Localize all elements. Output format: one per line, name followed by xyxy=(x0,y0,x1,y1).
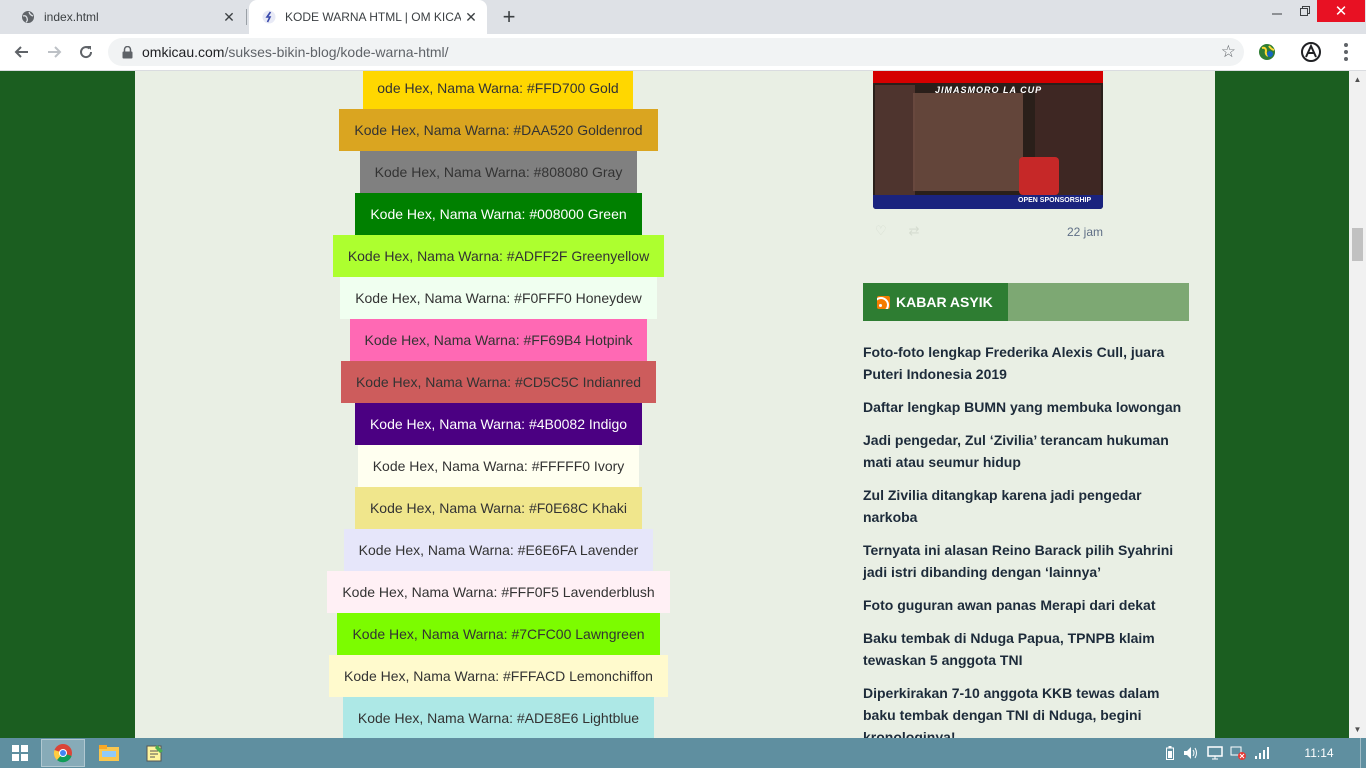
news-link[interactable]: Foto-foto lengkap Frederika Alexis Cull,… xyxy=(863,341,1183,385)
sticky-notes-icon[interactable] xyxy=(133,739,177,767)
news-link[interactable]: Jadi pengedar, Zul ‘Zivilia’ terancam hu… xyxy=(863,429,1183,473)
close-tab-icon[interactable]: ✕ xyxy=(219,7,239,27)
news-link[interactable]: Foto guguran awan panas Merapi dari deka… xyxy=(863,594,1183,616)
post-action-icons: ♡ ⇄ xyxy=(875,223,920,239)
scrollbar-thumb[interactable] xyxy=(1352,228,1363,261)
tab-separator xyxy=(246,9,247,25)
signal-strength-icon[interactable] xyxy=(1253,745,1271,761)
color-swatch: Kode Hex, Nama Warna: #4B0082 Indigo xyxy=(355,403,642,445)
news-link[interactable]: Ternyata ini alasan Reino Barack pilih S… xyxy=(863,539,1183,583)
bookmark-star-icon[interactable]: ☆ xyxy=(1221,42,1236,62)
retweet-icon[interactable]: ⇄ xyxy=(909,223,920,239)
scroll-up-arrow-icon[interactable]: ▲ xyxy=(1349,71,1366,88)
browser-menu-icon[interactable] xyxy=(1336,40,1356,64)
tab-kode-warna[interactable]: KODE WARNA HTML | OM KICAU ✕ xyxy=(249,0,487,34)
color-swatch: Kode Hex, Nama Warna: #808080 Gray xyxy=(360,151,637,193)
color-swatch: Kode Hex, Nama Warna: #CD5C5C Indianred xyxy=(341,361,656,403)
windows-taskbar: 11:14 xyxy=(0,738,1366,768)
color-swatch: Kode Hex, Nama Warna: #ADE8E6 Lightblue xyxy=(343,697,654,738)
rss-icon xyxy=(877,295,890,309)
taskbar-clock[interactable]: 11:14 xyxy=(1296,746,1342,760)
tab-title: index.html xyxy=(44,10,99,24)
reload-icon[interactable] xyxy=(72,38,100,66)
close-window-icon[interactable]: ✕ xyxy=(1317,0,1365,22)
widget-title: KABAR ASYIK xyxy=(896,294,993,310)
tab-title: KODE WARNA HTML | OM KICAU xyxy=(285,10,461,24)
color-swatch: Kode Hex, Nama Warna: #F0FFF0 Honeydew xyxy=(340,277,657,319)
page-content: ode Hex, Nama Warna: #FFD700 Gold Kode H… xyxy=(135,71,1215,738)
widget-title-tag: KABAR ASYIK xyxy=(863,283,1008,321)
color-swatch: ode Hex, Nama Warna: #FFD700 Gold xyxy=(363,71,633,109)
page-scrollbar[interactable]: ▲ ▼ xyxy=(1349,71,1366,738)
news-link[interactable]: Daftar lengkap BUMN yang membuka lowonga… xyxy=(863,396,1183,418)
color-swatch: Kode Hex, Nama Warna: #FFFACD Lemonchiff… xyxy=(329,655,668,697)
scroll-down-arrow-icon[interactable]: ▼ xyxy=(1349,721,1366,738)
color-swatch: Kode Hex, Nama Warna: #DAA520 Goldenrod xyxy=(339,109,658,151)
url-text: omkicau.com/sukses-bikin-blog/kode-warna… xyxy=(142,44,449,60)
battery-icon[interactable] xyxy=(1163,745,1177,761)
close-tab-icon[interactable]: ✕ xyxy=(461,7,481,27)
extension-globe-icon[interactable] xyxy=(1257,42,1277,62)
volume-icon[interactable] xyxy=(1182,745,1200,761)
like-icon[interactable]: ♡ xyxy=(875,223,887,239)
color-swatch: Kode Hex, Nama Warna: #FFFFF0 Ivory xyxy=(358,445,639,487)
back-icon[interactable] xyxy=(8,38,36,66)
post-time[interactable]: 22 jam xyxy=(1067,225,1103,239)
color-swatch: Kode Hex, Nama Warna: #F0E68C Khaki xyxy=(355,487,642,529)
banner-title: JIMASMORO LA CUP xyxy=(935,85,1043,95)
network-error-icon[interactable] xyxy=(1229,745,1247,761)
address-bar[interactable]: omkicau.com/sukses-bikin-blog/kode-warna… xyxy=(108,38,1244,66)
color-swatch: Kode Hex, Nama Warna: #7CFC00 Lawngreen xyxy=(337,613,660,655)
sponsor-banner[interactable]: JIMASMORO LA CUP OPEN SPONSORSHIP xyxy=(873,71,1103,209)
color-swatch: Kode Hex, Nama Warna: #E6E6FA Lavender xyxy=(344,529,653,571)
news-link[interactable]: Diperkirakan 7-10 anggota KKB tewas dala… xyxy=(863,682,1183,738)
url-path: /sukses-bikin-blog/kode-warna-html/ xyxy=(224,44,449,60)
color-swatch: Kode Hex, Nama Warna: #008000 Green xyxy=(355,193,642,235)
forward-icon[interactable] xyxy=(40,38,68,66)
color-swatch: Kode Hex, Nama Warna: #FFF0F5 Lavenderbl… xyxy=(327,571,670,613)
url-domain: omkicau.com xyxy=(142,44,225,60)
show-desktop-button[interactable] xyxy=(1360,738,1366,768)
news-link[interactable]: Baku tembak di Nduga Papua, TPNPB klaim … xyxy=(863,627,1183,671)
file-explorer-icon[interactable] xyxy=(87,739,131,767)
windows-start-icon[interactable] xyxy=(0,738,40,768)
new-tab-button[interactable]: + xyxy=(497,4,521,29)
globe-icon xyxy=(20,9,36,25)
display-icon[interactable] xyxy=(1206,745,1224,761)
lock-icon[interactable] xyxy=(120,45,134,59)
tab-strip: index.html ✕ KODE WARNA HTML | OM KICAU … xyxy=(0,0,1366,34)
tab-index-html[interactable]: index.html ✕ xyxy=(8,0,245,34)
omkicau-logo-icon xyxy=(261,9,277,25)
news-link[interactable]: Zul Zivilia ditangkap karena jadi penged… xyxy=(863,484,1183,528)
profile-avatar-icon[interactable] xyxy=(1301,42,1321,62)
minimize-icon[interactable] xyxy=(1262,0,1292,22)
browser-toolbar: omkicau.com/sukses-bikin-blog/kode-warna… xyxy=(0,34,1366,71)
chrome-taskbar-icon[interactable] xyxy=(41,739,85,767)
restore-icon[interactable] xyxy=(1290,0,1320,22)
color-swatch: Kode Hex, Nama Warna: #FF69B4 Hotpink xyxy=(350,319,647,361)
page-viewport: ode Hex, Nama Warna: #FFD700 Gold Kode H… xyxy=(0,71,1349,738)
widget-header: KABAR ASYIK xyxy=(863,283,1189,321)
banner-sponsor-text: OPEN SPONSORSHIP xyxy=(1018,197,1092,204)
color-swatch: Kode Hex, Nama Warna: #ADFF2F Greenyello… xyxy=(333,235,664,277)
